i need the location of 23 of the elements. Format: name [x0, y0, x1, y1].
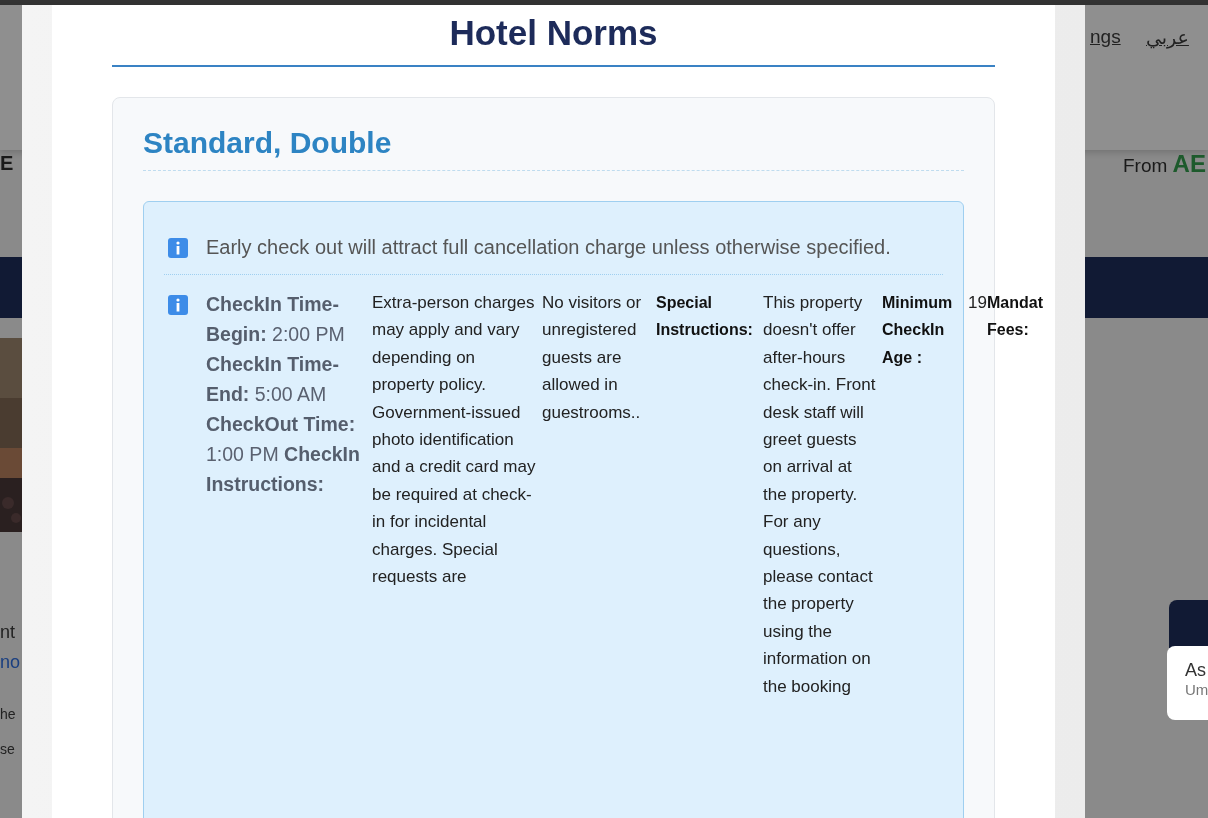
- note-text: CheckIn Time-Begin: 2:00 PM CheckIn Time-End: 5:00 AM CheckOut Time: 1:00 PM CheckIn Instructions:: [206, 292, 361, 497]
- popup-subtitle: Um: [1185, 681, 1208, 698]
- note-text: No visitors or unregistered guests are allowed in guestrooms..: [542, 292, 643, 424]
- page-text: nt: [0, 622, 16, 644]
- room-name: Standard, Double: [143, 126, 964, 171]
- note-text: 19: [968, 292, 987, 314]
- language-link[interactable]: عربي: [1146, 26, 1189, 48]
- nav-link[interactable]: ngs: [1090, 26, 1121, 48]
- note-text: Special Instructions:: [656, 293, 754, 341]
- note-text: Extra-person charges may apply and vary depending on property policy. Government-issued photo identification and a credit card may be required at check-in for incidental charges. Special requests are: [372, 292, 537, 589]
- hotel-name: E: [0, 152, 16, 175]
- info-icon: [168, 238, 188, 258]
- note-text: Early check out will attract full cancellation charge unless otherwise specified.: [206, 235, 891, 260]
- price-text: From AE: [1123, 150, 1206, 178]
- popup-title: As: [1185, 660, 1207, 681]
- info-icon: [168, 295, 188, 315]
- note-text: Minimum CheckIn Age :: [882, 293, 954, 368]
- page-text: no: [0, 652, 21, 674]
- note-text: Mandat Fees:: [987, 293, 1044, 341]
- page-text: se: [0, 741, 16, 759]
- modal-title: Hotel Norms: [112, 5, 995, 67]
- note-text: This property doesn't offer after-hours check-in. Front desk staff will greet guests on arrival at the property. For any questions, please contact the property using the information on the booking: [763, 292, 877, 698]
- page-text: he: [0, 706, 17, 724]
